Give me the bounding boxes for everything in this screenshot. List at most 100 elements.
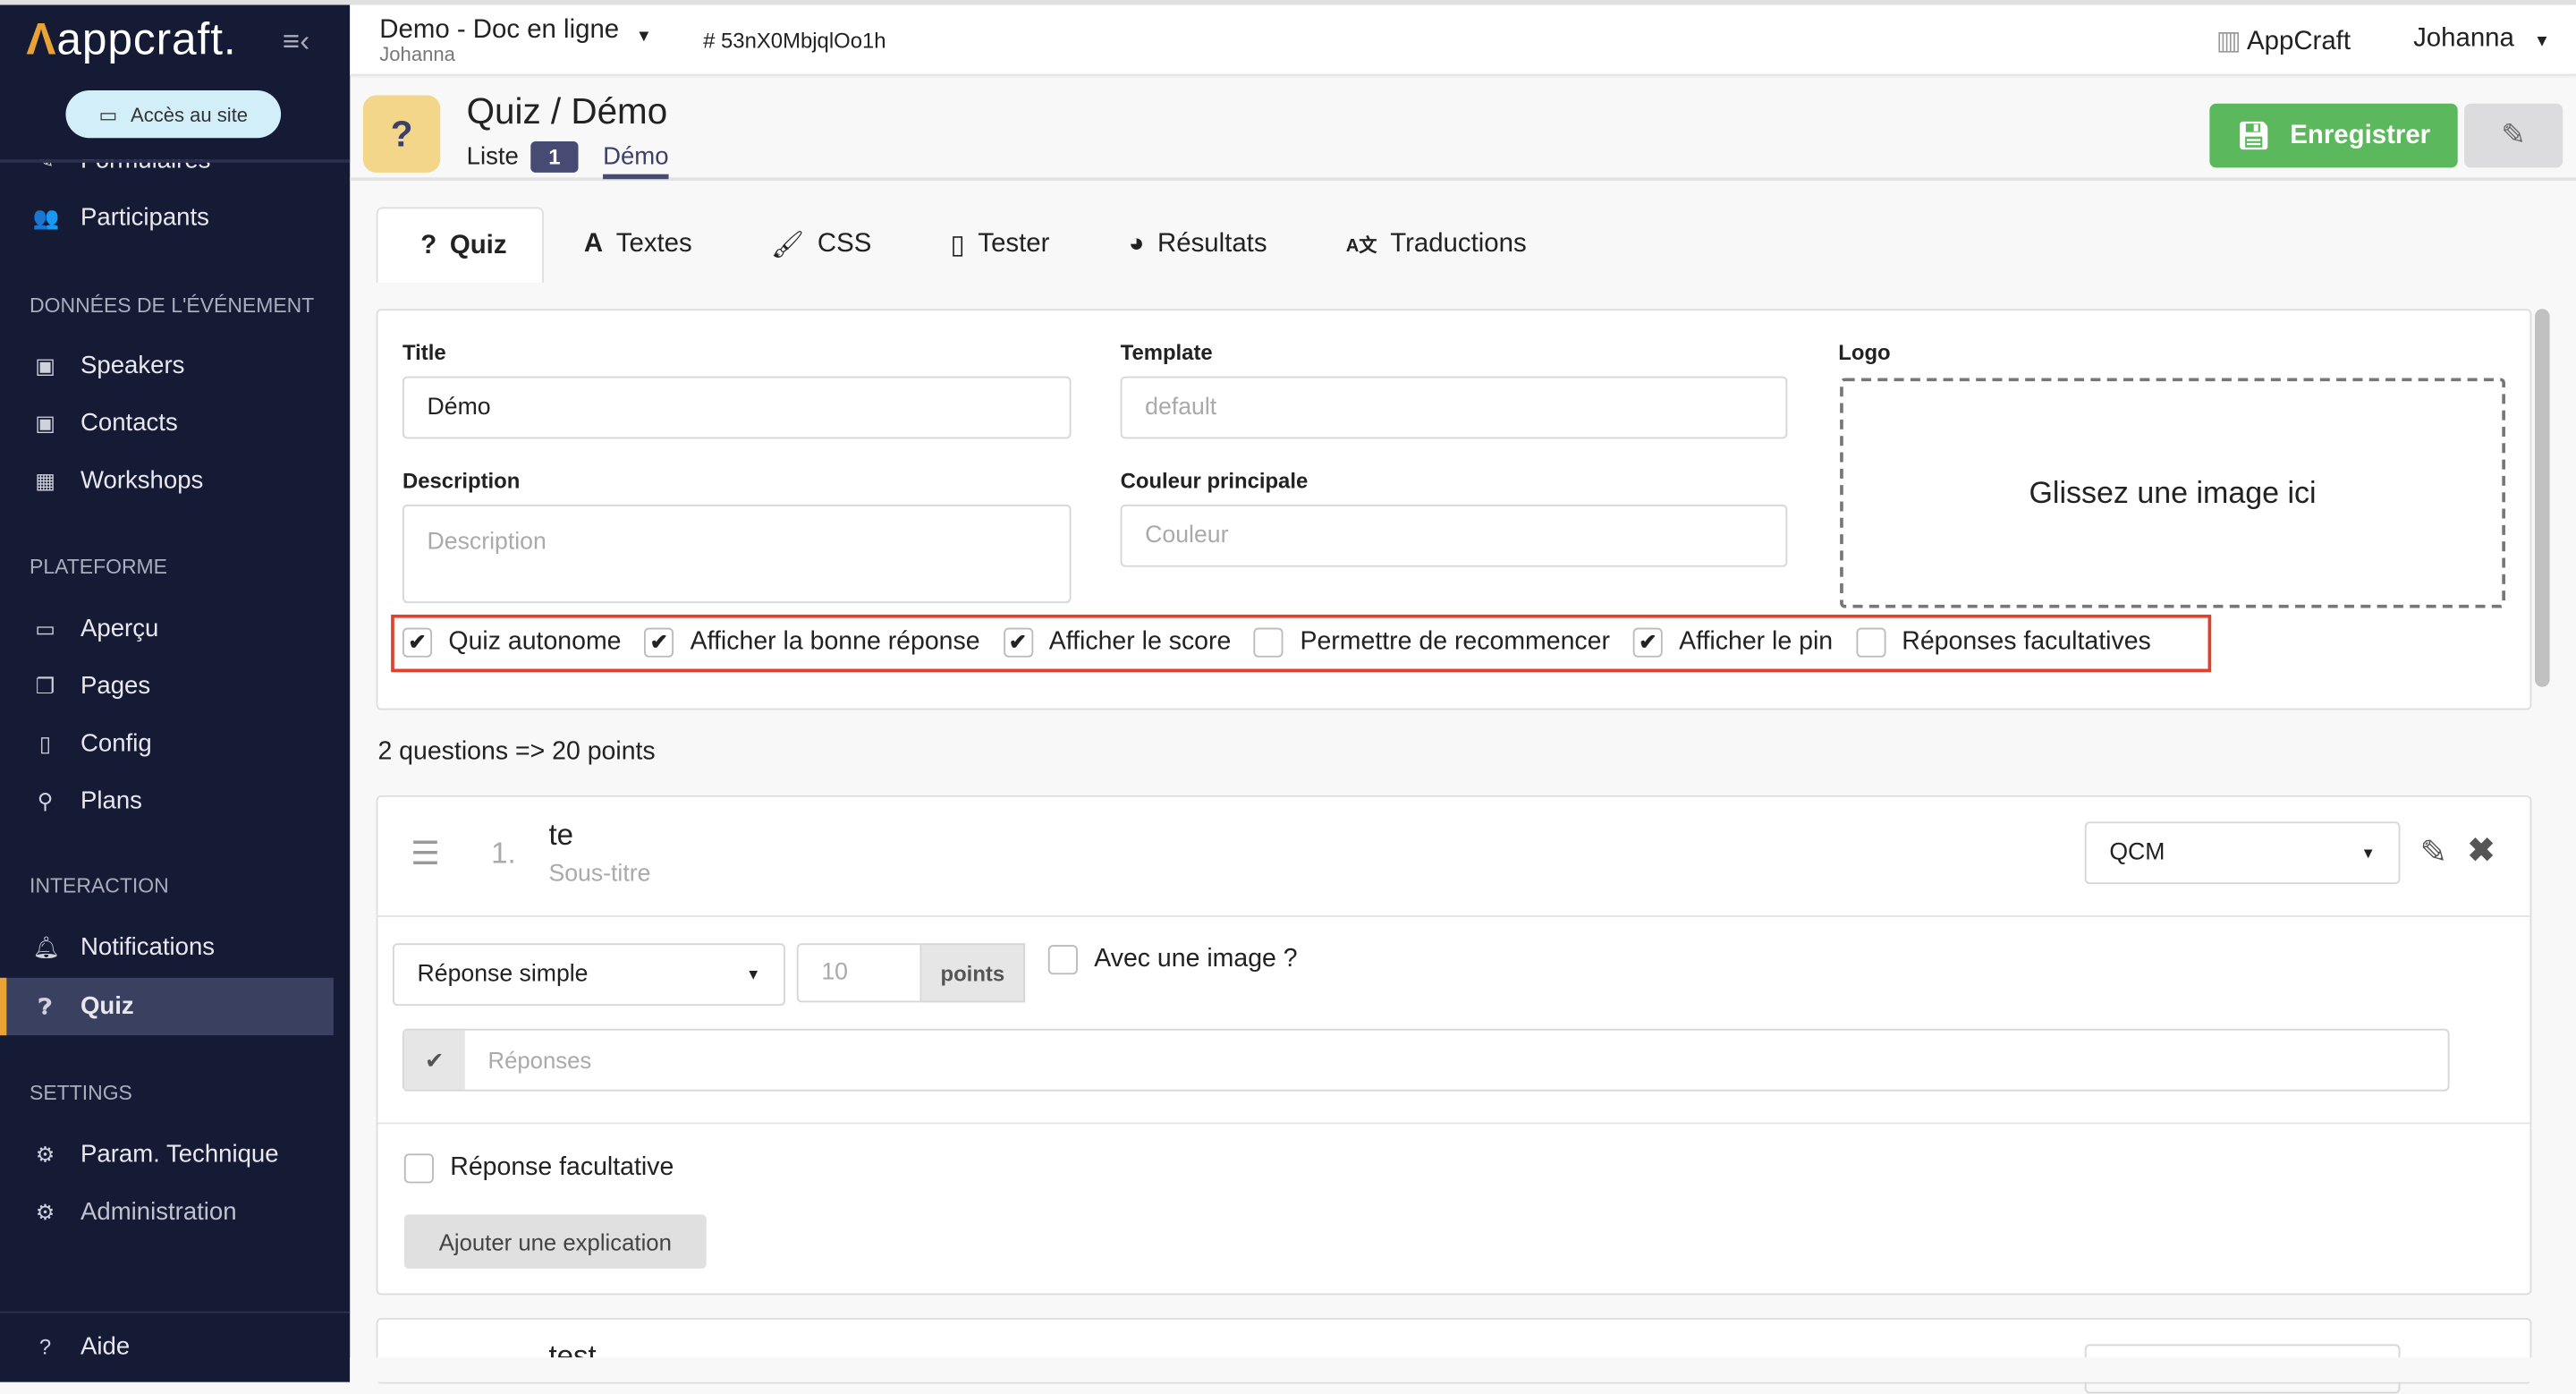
option-quiz-autonome[interactable]: ✔ Quiz autonome	[402, 627, 622, 658]
sidebar-item-config[interactable]: ▯ Config	[0, 715, 334, 772]
help-link[interactable]: ? Aide	[0, 1318, 334, 1375]
option-afficher-pin[interactable]: ✔ Afficher le pin	[1632, 627, 1833, 658]
checkbox-checked[interactable]: ✔	[1632, 627, 1663, 658]
add-explanation-button[interactable]: Ajouter une explication	[403, 1214, 707, 1269]
tab-traductions[interactable]: A文 Traductions	[1307, 207, 1566, 282]
checkbox-checked[interactable]: ✔	[644, 627, 674, 658]
sidebar-divider	[0, 159, 351, 163]
tab-tester[interactable]: ▯ Tester	[911, 207, 1089, 282]
sidebar-divider	[0, 1311, 351, 1313]
edit-icon: ✎	[2501, 118, 2527, 151]
template-input[interactable]: default	[1120, 376, 1788, 439]
site-access-button[interactable]: ▭Accès au site	[65, 90, 282, 139]
sidebar-item-param-technique[interactable]: ⚙ Param. Technique	[0, 1126, 334, 1183]
laptop-icon: ▭	[35, 615, 55, 641]
logo-label: Logo	[1838, 340, 1891, 365]
org-selector[interactable]: ▥ AppCraft	[2216, 25, 2351, 58]
sidebar-item-apercu[interactable]: ▭ Aperçu	[0, 599, 334, 657]
title-label: Title	[402, 340, 446, 365]
sidebar-item-quiz[interactable]: ❓︎ Quiz	[0, 977, 334, 1036]
checkbox-unchecked[interactable]	[1047, 945, 1078, 975]
question-icon: ?	[420, 231, 437, 259]
answers-input[interactable]: Réponses	[465, 1031, 591, 1090]
save-button[interactable]: 💾︎ Enregistrer	[2209, 103, 2458, 168]
points-input-group: 10 points	[796, 943, 1026, 1003]
points-addon: points	[921, 943, 1026, 1003]
questions-summary: 2 questions => 20 points	[377, 737, 656, 766]
title-input[interactable]: Démo	[402, 376, 1072, 439]
gear-icon: ⚙	[35, 1198, 55, 1224]
question-title[interactable]: te	[548, 819, 573, 854]
project-selector[interactable]: Demo - Doc en ligne	[379, 16, 619, 46]
quiz-icon: ❓︎	[38, 993, 52, 1018]
sidebar-item-contacts[interactable]: ▣ Contacts	[0, 395, 334, 452]
with-image-option[interactable]: Avec une image ?	[1047, 945, 1298, 975]
map-pin-icon: ⚲	[37, 787, 54, 813]
quiz-module-icon: ?	[362, 95, 441, 173]
color-input[interactable]: Couleur	[1120, 504, 1788, 567]
edit-icon[interactable]: ✎	[2419, 831, 2447, 872]
tab-quiz[interactable]: ? Quiz	[376, 207, 545, 283]
copy-icon: ❐	[35, 673, 55, 698]
breadcrumb-current[interactable]: Démo	[603, 143, 669, 180]
user-menu[interactable]: Johanna ▼	[2413, 25, 2550, 55]
logo-dropzone[interactable]: Glissez une image ici	[1840, 378, 2505, 608]
tab-css[interactable]: 🖌︎ CSS	[732, 207, 911, 282]
sidebar-item-speakers[interactable]: ▣ Speakers	[0, 337, 334, 395]
tab-resultats[interactable]: ◕ Résultats	[1089, 207, 1307, 282]
points-input[interactable]: 10	[796, 943, 922, 1003]
font-icon: A	[583, 230, 604, 259]
pie-chart-icon: ◕	[1128, 230, 1145, 259]
option-afficher-score[interactable]: ✔ Afficher le score	[1003, 627, 1231, 658]
sidebar-item-administration[interactable]: ⚙ Administration	[0, 1183, 334, 1240]
id-card-icon: ▣	[35, 352, 55, 378]
divider	[377, 1122, 2530, 1125]
sidebar-item-plans[interactable]: ⚲ Plans	[0, 772, 334, 829]
checkbox-checked[interactable]: ✔	[1003, 627, 1033, 658]
breadcrumb-list[interactable]: Liste	[467, 143, 519, 171]
tab-textes[interactable]: A Textes	[545, 207, 732, 282]
description-label: Description	[402, 468, 521, 494]
check-circle-icon: ✔	[403, 1030, 465, 1090]
page-title: Quiz / Démo	[466, 90, 668, 132]
optional-answer-option[interactable]: Réponse facultative	[403, 1153, 674, 1184]
checkbox-unchecked[interactable]	[1254, 627, 1284, 658]
question-subtitle[interactable]: Sous-titre	[548, 861, 650, 887]
drag-handle-icon[interactable]: ☰	[411, 833, 440, 874]
section-title: INTERACTION	[30, 874, 169, 897]
checkbox-unchecked[interactable]	[403, 1153, 434, 1184]
sidebar-item-pages[interactable]: ❐ Pages	[0, 658, 334, 715]
bell-icon: 🔔︎	[32, 934, 61, 959]
question-card: ☰ 1. te Sous-titre QCM ▼ ✎ ✖ Réponse simp…	[376, 795, 2532, 1296]
project-id: # 53nX0MbjqlOo1h	[703, 28, 886, 53]
answers-input-group: ✔ Réponses	[402, 1028, 2450, 1092]
caret-down-icon[interactable]: ▼	[636, 28, 652, 46]
scrollbar[interactable]	[2535, 309, 2550, 687]
option-permettre-recommencer[interactable]: Permettre de recommencer	[1254, 627, 1610, 658]
question-type-select[interactable]: QCM ▼	[2084, 821, 2401, 885]
option-reponses-facultatives[interactable]: Réponses facultatives	[1855, 627, 2151, 658]
divider	[377, 915, 2530, 917]
mobile-config-icon: ▯	[38, 730, 52, 755]
brush-icon: 🖌︎	[770, 231, 805, 260]
floppy-disk-icon: 💾︎	[2236, 122, 2271, 151]
checkbox-checked[interactable]: ✔	[402, 627, 433, 658]
description-textarea[interactable]: Description	[402, 504, 1072, 604]
edit-button[interactable]: ✎	[2464, 103, 2563, 168]
caret-down-icon: ▼	[2533, 32, 2551, 51]
color-label: Couleur principale	[1120, 468, 1309, 494]
appcraft-logo-mark: Λappcraft.	[26, 14, 237, 64]
users-icon: 👥	[32, 204, 60, 230]
checkbox-unchecked[interactable]	[1855, 627, 1885, 658]
sidebar-item-participants[interactable]: 👥 Participants	[0, 189, 334, 246]
cog-box-icon: ⚙	[35, 1141, 55, 1167]
close-icon[interactable]: ✖	[2468, 830, 2496, 871]
list-count-badge: 1	[530, 140, 579, 173]
sidebar-item-notifications[interactable]: 🔔︎ Notifications	[0, 919, 334, 976]
sidebar: Λappcraft. ≡‹ ▭Accès au site ✎Formulaire…	[0, 4, 351, 1382]
answer-type-select[interactable]: Réponse simple ▼	[392, 943, 785, 1007]
option-afficher-bonne-reponse[interactable]: ✔ Afficher la bonne réponse	[644, 627, 980, 658]
section-title: DONNÉES DE L'ÉVÉNEMENT	[30, 293, 315, 318]
collapse-menu-icon[interactable]: ≡‹	[283, 25, 309, 60]
sidebar-item-workshops[interactable]: ▦ Workshops	[0, 452, 334, 509]
